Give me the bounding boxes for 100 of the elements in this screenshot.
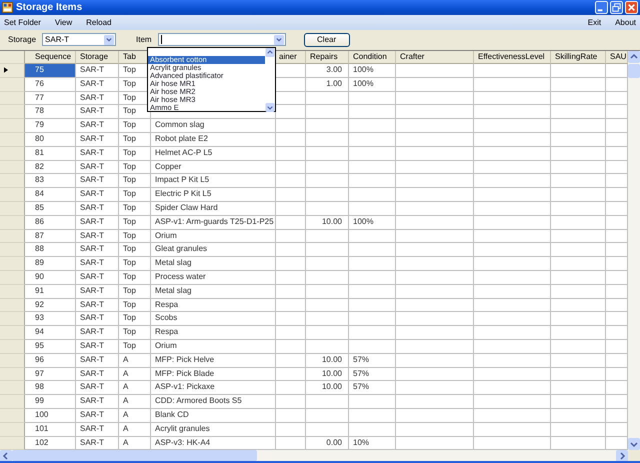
table-row[interactable]: 96 SAR-T A MFP: Pick Helve 10.00 57% xyxy=(0,354,628,368)
table-cell: 84 xyxy=(25,188,76,202)
menu-item[interactable]: View xyxy=(54,18,72,27)
table-row[interactable]: 94 SAR-T Top Respa xyxy=(0,326,628,340)
table-cell: Electric P Kit L5 xyxy=(151,188,276,202)
table-cell: 57% xyxy=(349,368,396,382)
table-row[interactable]: 93 SAR-T Top Scobs xyxy=(0,312,628,326)
table-cell: 90 xyxy=(25,270,76,285)
table-cell: SAR-T xyxy=(76,422,119,437)
row-pointer-icon xyxy=(4,67,8,74)
table-cell: A xyxy=(119,368,151,382)
scroll-thumb[interactable] xyxy=(12,450,257,461)
storage-dropdown[interactable]: SAR-T xyxy=(42,33,116,46)
table-cell: SAR-T xyxy=(76,368,119,382)
close-icon[interactable] xyxy=(625,1,638,14)
table-row[interactable]: 87 SAR-T Top Orium xyxy=(0,230,628,244)
table-cell: Orium xyxy=(151,230,276,244)
table-cell: Blank CD xyxy=(151,408,276,423)
table-row[interactable]: 99 SAR-T A CDD: Armored Boots S5 xyxy=(0,395,628,409)
clear-button[interactable]: Clear xyxy=(304,32,350,46)
table-cell: Impact P Kit L5 xyxy=(151,174,276,188)
table-row[interactable]: 84 SAR-T Top Electric P Kit L5 xyxy=(0,188,628,202)
table-row[interactable]: 88 SAR-T Top Gleat granules xyxy=(0,243,628,258)
table-cell: Process water xyxy=(151,270,276,285)
table-cell: Top xyxy=(119,298,151,312)
table-cell: Robot plate E2 xyxy=(151,132,276,147)
table-cell: 89 xyxy=(25,257,76,271)
table-cell: 75 xyxy=(25,64,76,78)
vertical-scrollbar[interactable] xyxy=(628,51,640,450)
column-header[interactable]: Condition xyxy=(349,51,396,64)
scroll-down-icon[interactable] xyxy=(265,103,275,112)
storage-label: Storage xyxy=(8,35,36,44)
restore-icon[interactable] xyxy=(610,1,623,14)
menu-item[interactable]: Exit xyxy=(588,18,602,27)
table-cell: Top xyxy=(119,146,151,161)
table-cell: SAR-T xyxy=(76,298,119,312)
table-row[interactable]: 89 SAR-T Top Metal slag xyxy=(0,257,628,271)
menu-item[interactable]: Set Folder xyxy=(4,18,41,27)
table-row[interactable]: 81 SAR-T Top Helmet AC-P L5 xyxy=(0,146,628,161)
table-cell: 92 xyxy=(25,298,76,312)
table-cell: A xyxy=(119,408,151,423)
column-header[interactable]: EffectivenessLevel xyxy=(474,51,551,64)
scroll-thumb[interactable] xyxy=(628,64,640,78)
table-cell: SAR-T xyxy=(76,92,119,106)
table-row[interactable]: 92 SAR-T Top Respa xyxy=(0,298,628,312)
table-cell: SAR-T xyxy=(76,174,119,188)
table-row[interactable]: 98 SAR-T A ASP-v1: Pickaxe 10.00 57% xyxy=(0,381,628,396)
table-cell: 57% xyxy=(349,354,396,368)
item-label: Item xyxy=(136,35,152,44)
menu-item[interactable]: Reload xyxy=(86,18,112,27)
column-header[interactable]: Repairs xyxy=(306,51,349,64)
table-cell: 10.00 xyxy=(306,216,349,230)
table-row[interactable]: 85 SAR-T Top Spider Claw Hard xyxy=(0,202,628,216)
table-cell: MFP: Pick Helve xyxy=(151,354,276,368)
scroll-down-icon[interactable] xyxy=(628,438,640,450)
column-header[interactable]: SkillingRate xyxy=(551,51,606,64)
table-cell: SAR-T xyxy=(76,340,119,354)
table-cell: Top xyxy=(119,216,151,230)
table-row[interactable]: 80 SAR-T Top Robot plate E2 xyxy=(0,132,628,147)
table-cell: 86 xyxy=(25,216,76,230)
table-cell: 88 xyxy=(25,243,76,258)
column-header[interactable]: Crafter xyxy=(396,51,474,64)
table-row[interactable]: 101 SAR-T A Acrylit granules xyxy=(0,422,628,437)
minimize-icon[interactable] xyxy=(595,1,608,14)
table-row[interactable]: 100 SAR-T A Blank CD xyxy=(0,408,628,423)
scroll-up-icon[interactable] xyxy=(265,48,275,57)
table-cell: SAR-T xyxy=(76,395,119,409)
column-header[interactable]: Storage xyxy=(76,51,119,64)
table-row[interactable]: 82 SAR-T Top Copper xyxy=(0,160,628,174)
table-cell: ASP-v1: Arm-guards T25-D1-P25 xyxy=(151,216,276,230)
table-cell: SAR-T xyxy=(76,216,119,230)
table-cell: Spider Claw Hard xyxy=(151,202,276,216)
scroll-left-icon[interactable] xyxy=(0,450,12,462)
table-row[interactable]: 90 SAR-T Top Process water xyxy=(0,270,628,285)
item-dropdown[interactable] xyxy=(158,33,286,46)
table-cell: 1.00 xyxy=(306,78,349,92)
table-row[interactable]: 97 SAR-T A MFP: Pick Blade 10.00 57% xyxy=(0,368,628,382)
table-row[interactable]: 95 SAR-T Top Orium xyxy=(0,340,628,354)
table-cell: 100% xyxy=(349,78,396,92)
table-cell: 3.00 xyxy=(306,64,349,78)
menu-item[interactable]: About xyxy=(615,18,636,27)
table-cell: Top xyxy=(119,243,151,258)
table-cell: Top xyxy=(119,132,151,147)
table-cell: SAR-T xyxy=(76,119,119,133)
table-cell: Acrylit granules xyxy=(151,422,276,437)
table-cell: Respa xyxy=(151,298,276,312)
table-cell: SAR-T xyxy=(76,132,119,147)
table-cell: 100% xyxy=(349,64,396,78)
table-cell: SAR-T xyxy=(76,160,119,174)
table-row[interactable]: 91 SAR-T Top Metal slag xyxy=(0,284,628,299)
horizontal-scrollbar[interactable] xyxy=(0,450,640,461)
table-cell: 78 xyxy=(25,105,76,120)
table-cell: Copper xyxy=(151,160,276,174)
table-cell: 10.00 xyxy=(306,381,349,396)
scroll-right-icon[interactable] xyxy=(616,450,628,462)
table-cell: 100% xyxy=(349,216,396,230)
table-row[interactable]: 83 SAR-T Top Impact P Kit L5 xyxy=(0,174,628,188)
table-row[interactable]: 86 SAR-T Top ASP-v1: Arm-guards T25-D1-P25 10.00 100% xyxy=(0,216,628,230)
table-row[interactable]: 79 SAR-T Top Common slag xyxy=(0,119,628,133)
scroll-up-icon[interactable] xyxy=(628,51,640,63)
